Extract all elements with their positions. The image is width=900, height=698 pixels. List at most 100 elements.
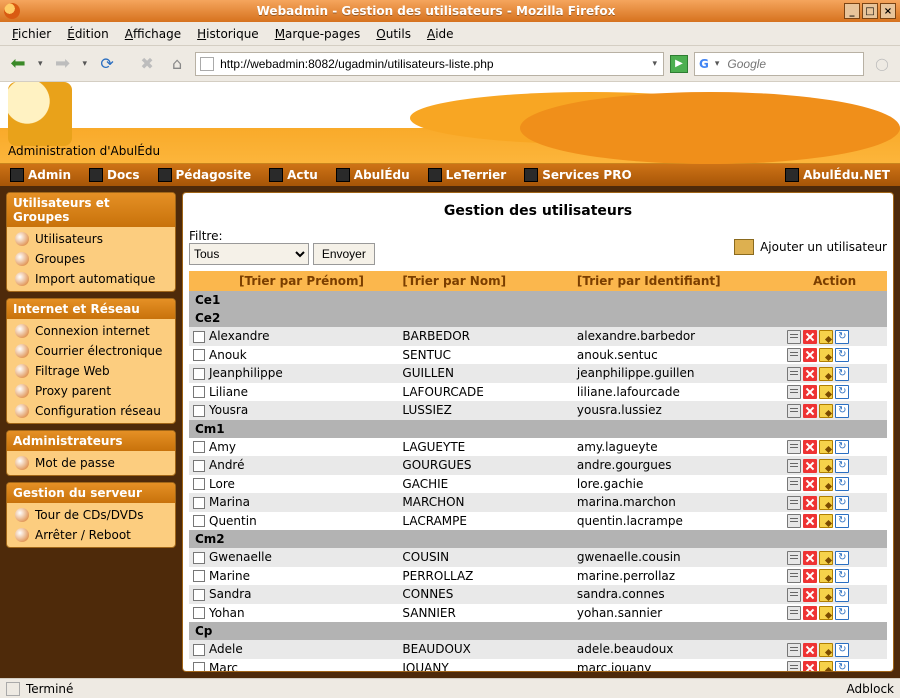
sidebar-item-connexion-internet[interactable]: Connexion internet xyxy=(7,321,175,341)
refresh-icon[interactable] xyxy=(835,661,849,672)
home-button[interactable]: ⌂ xyxy=(165,52,189,76)
detail-icon[interactable] xyxy=(787,367,801,381)
menu-fichier[interactable]: Fichier xyxy=(6,25,57,43)
edit-icon[interactable] xyxy=(819,551,833,565)
menu-historique[interactable]: Historique xyxy=(191,25,265,43)
delete-icon[interactable] xyxy=(803,514,817,528)
detail-icon[interactable] xyxy=(787,348,801,362)
delete-icon[interactable] xyxy=(803,588,817,602)
nav-services-pro[interactable]: Services PRO xyxy=(518,168,637,182)
window-minimize-button[interactable]: _ xyxy=(844,3,860,19)
forward-history-dropdown[interactable]: ▾ xyxy=(81,59,90,69)
detail-icon[interactable] xyxy=(787,643,801,657)
row-checkbox[interactable] xyxy=(193,331,205,343)
delete-icon[interactable] xyxy=(803,569,817,583)
row-checkbox[interactable] xyxy=(193,441,205,453)
edit-icon[interactable] xyxy=(819,661,833,672)
detail-icon[interactable] xyxy=(787,477,801,491)
row-checkbox[interactable] xyxy=(193,349,205,361)
row-checkbox[interactable] xyxy=(193,460,205,472)
menu-marque-pages[interactable]: Marque-pages xyxy=(269,25,367,43)
refresh-icon[interactable] xyxy=(835,588,849,602)
detail-icon[interactable] xyxy=(787,385,801,399)
sidebar-item-import-automatique[interactable]: Import automatique xyxy=(7,269,175,289)
edit-icon[interactable] xyxy=(819,348,833,362)
url-input[interactable] xyxy=(218,56,646,72)
delete-icon[interactable] xyxy=(803,606,817,620)
delete-icon[interactable] xyxy=(803,643,817,657)
sidebar-item-configuration-r-seau[interactable]: Configuration réseau xyxy=(7,401,175,421)
refresh-icon[interactable] xyxy=(835,551,849,565)
edit-icon[interactable] xyxy=(819,643,833,657)
detail-icon[interactable] xyxy=(787,588,801,602)
refresh-icon[interactable] xyxy=(835,404,849,418)
detail-icon[interactable] xyxy=(787,404,801,418)
menu-affichage[interactable]: Affichage xyxy=(119,25,187,43)
back-history-dropdown[interactable]: ▾ xyxy=(36,59,45,69)
send-button[interactable]: Envoyer xyxy=(313,243,375,265)
refresh-icon[interactable] xyxy=(835,440,849,454)
delete-icon[interactable] xyxy=(803,551,817,565)
refresh-icon[interactable] xyxy=(835,606,849,620)
refresh-icon[interactable] xyxy=(835,330,849,344)
sidebar-item-mot-de-passe[interactable]: Mot de passe xyxy=(7,453,175,473)
url-bar[interactable]: ▾ xyxy=(195,52,664,76)
row-checkbox[interactable] xyxy=(193,515,205,527)
row-checkbox[interactable] xyxy=(193,478,205,490)
row-checkbox[interactable] xyxy=(193,552,205,564)
edit-icon[interactable] xyxy=(819,477,833,491)
delete-icon[interactable] xyxy=(803,440,817,454)
edit-icon[interactable] xyxy=(819,367,833,381)
edit-icon[interactable] xyxy=(819,514,833,528)
row-checkbox[interactable] xyxy=(193,589,205,601)
refresh-icon[interactable] xyxy=(835,367,849,381)
adblock-indicator[interactable]: Adblock xyxy=(847,682,894,696)
nav-actu[interactable]: Actu xyxy=(263,168,324,182)
delete-icon[interactable] xyxy=(803,385,817,399)
row-checkbox[interactable] xyxy=(193,607,205,619)
col-lastname-sort[interactable]: [Trier par Nom] xyxy=(398,271,573,291)
delete-icon[interactable] xyxy=(803,661,817,672)
row-checkbox[interactable] xyxy=(193,405,205,417)
sidebar-item-tour-de-cds-dvds[interactable]: Tour de CDs/DVDs xyxy=(7,505,175,525)
filter-select[interactable]: Tous xyxy=(189,243,309,265)
refresh-icon[interactable] xyxy=(835,569,849,583)
edit-icon[interactable] xyxy=(819,569,833,583)
nav-p-dagosite[interactable]: Pédagosite xyxy=(152,168,258,182)
refresh-icon[interactable] xyxy=(835,477,849,491)
row-checkbox[interactable] xyxy=(193,386,205,398)
edit-icon[interactable] xyxy=(819,404,833,418)
row-checkbox[interactable] xyxy=(193,368,205,380)
detail-icon[interactable] xyxy=(787,551,801,565)
nav-docs[interactable]: Docs xyxy=(83,168,145,182)
detail-icon[interactable] xyxy=(787,569,801,583)
refresh-icon[interactable] xyxy=(835,514,849,528)
nav-leterrier[interactable]: LeTerrier xyxy=(422,168,513,182)
edit-icon[interactable] xyxy=(819,459,833,473)
delete-icon[interactable] xyxy=(803,496,817,510)
detail-icon[interactable] xyxy=(787,459,801,473)
detail-icon[interactable] xyxy=(787,440,801,454)
detail-icon[interactable] xyxy=(787,661,801,672)
delete-icon[interactable] xyxy=(803,459,817,473)
row-checkbox[interactable] xyxy=(193,497,205,509)
edit-icon[interactable] xyxy=(819,385,833,399)
edit-icon[interactable] xyxy=(819,330,833,344)
delete-icon[interactable] xyxy=(803,477,817,491)
window-close-button[interactable]: × xyxy=(880,3,896,19)
search-input[interactable] xyxy=(725,56,886,72)
url-dropdown[interactable]: ▾ xyxy=(650,59,659,69)
refresh-icon[interactable] xyxy=(835,348,849,362)
sidebar-item-proxy-parent[interactable]: Proxy parent xyxy=(7,381,175,401)
detail-icon[interactable] xyxy=(787,514,801,528)
nav-abul-du-net[interactable]: AbulÉdu.NET xyxy=(779,168,896,182)
row-checkbox[interactable] xyxy=(193,570,205,582)
edit-icon[interactable] xyxy=(819,440,833,454)
nav-admin[interactable]: Admin xyxy=(4,168,77,182)
go-button[interactable]: ▶ xyxy=(670,55,688,73)
detail-icon[interactable] xyxy=(787,330,801,344)
row-checkbox[interactable] xyxy=(193,644,205,656)
sidebar-item-utilisateurs[interactable]: Utilisateurs xyxy=(7,229,175,249)
sidebar-item-arr-ter-reboot[interactable]: Arrêter / Reboot xyxy=(7,525,175,545)
detail-icon[interactable] xyxy=(787,606,801,620)
